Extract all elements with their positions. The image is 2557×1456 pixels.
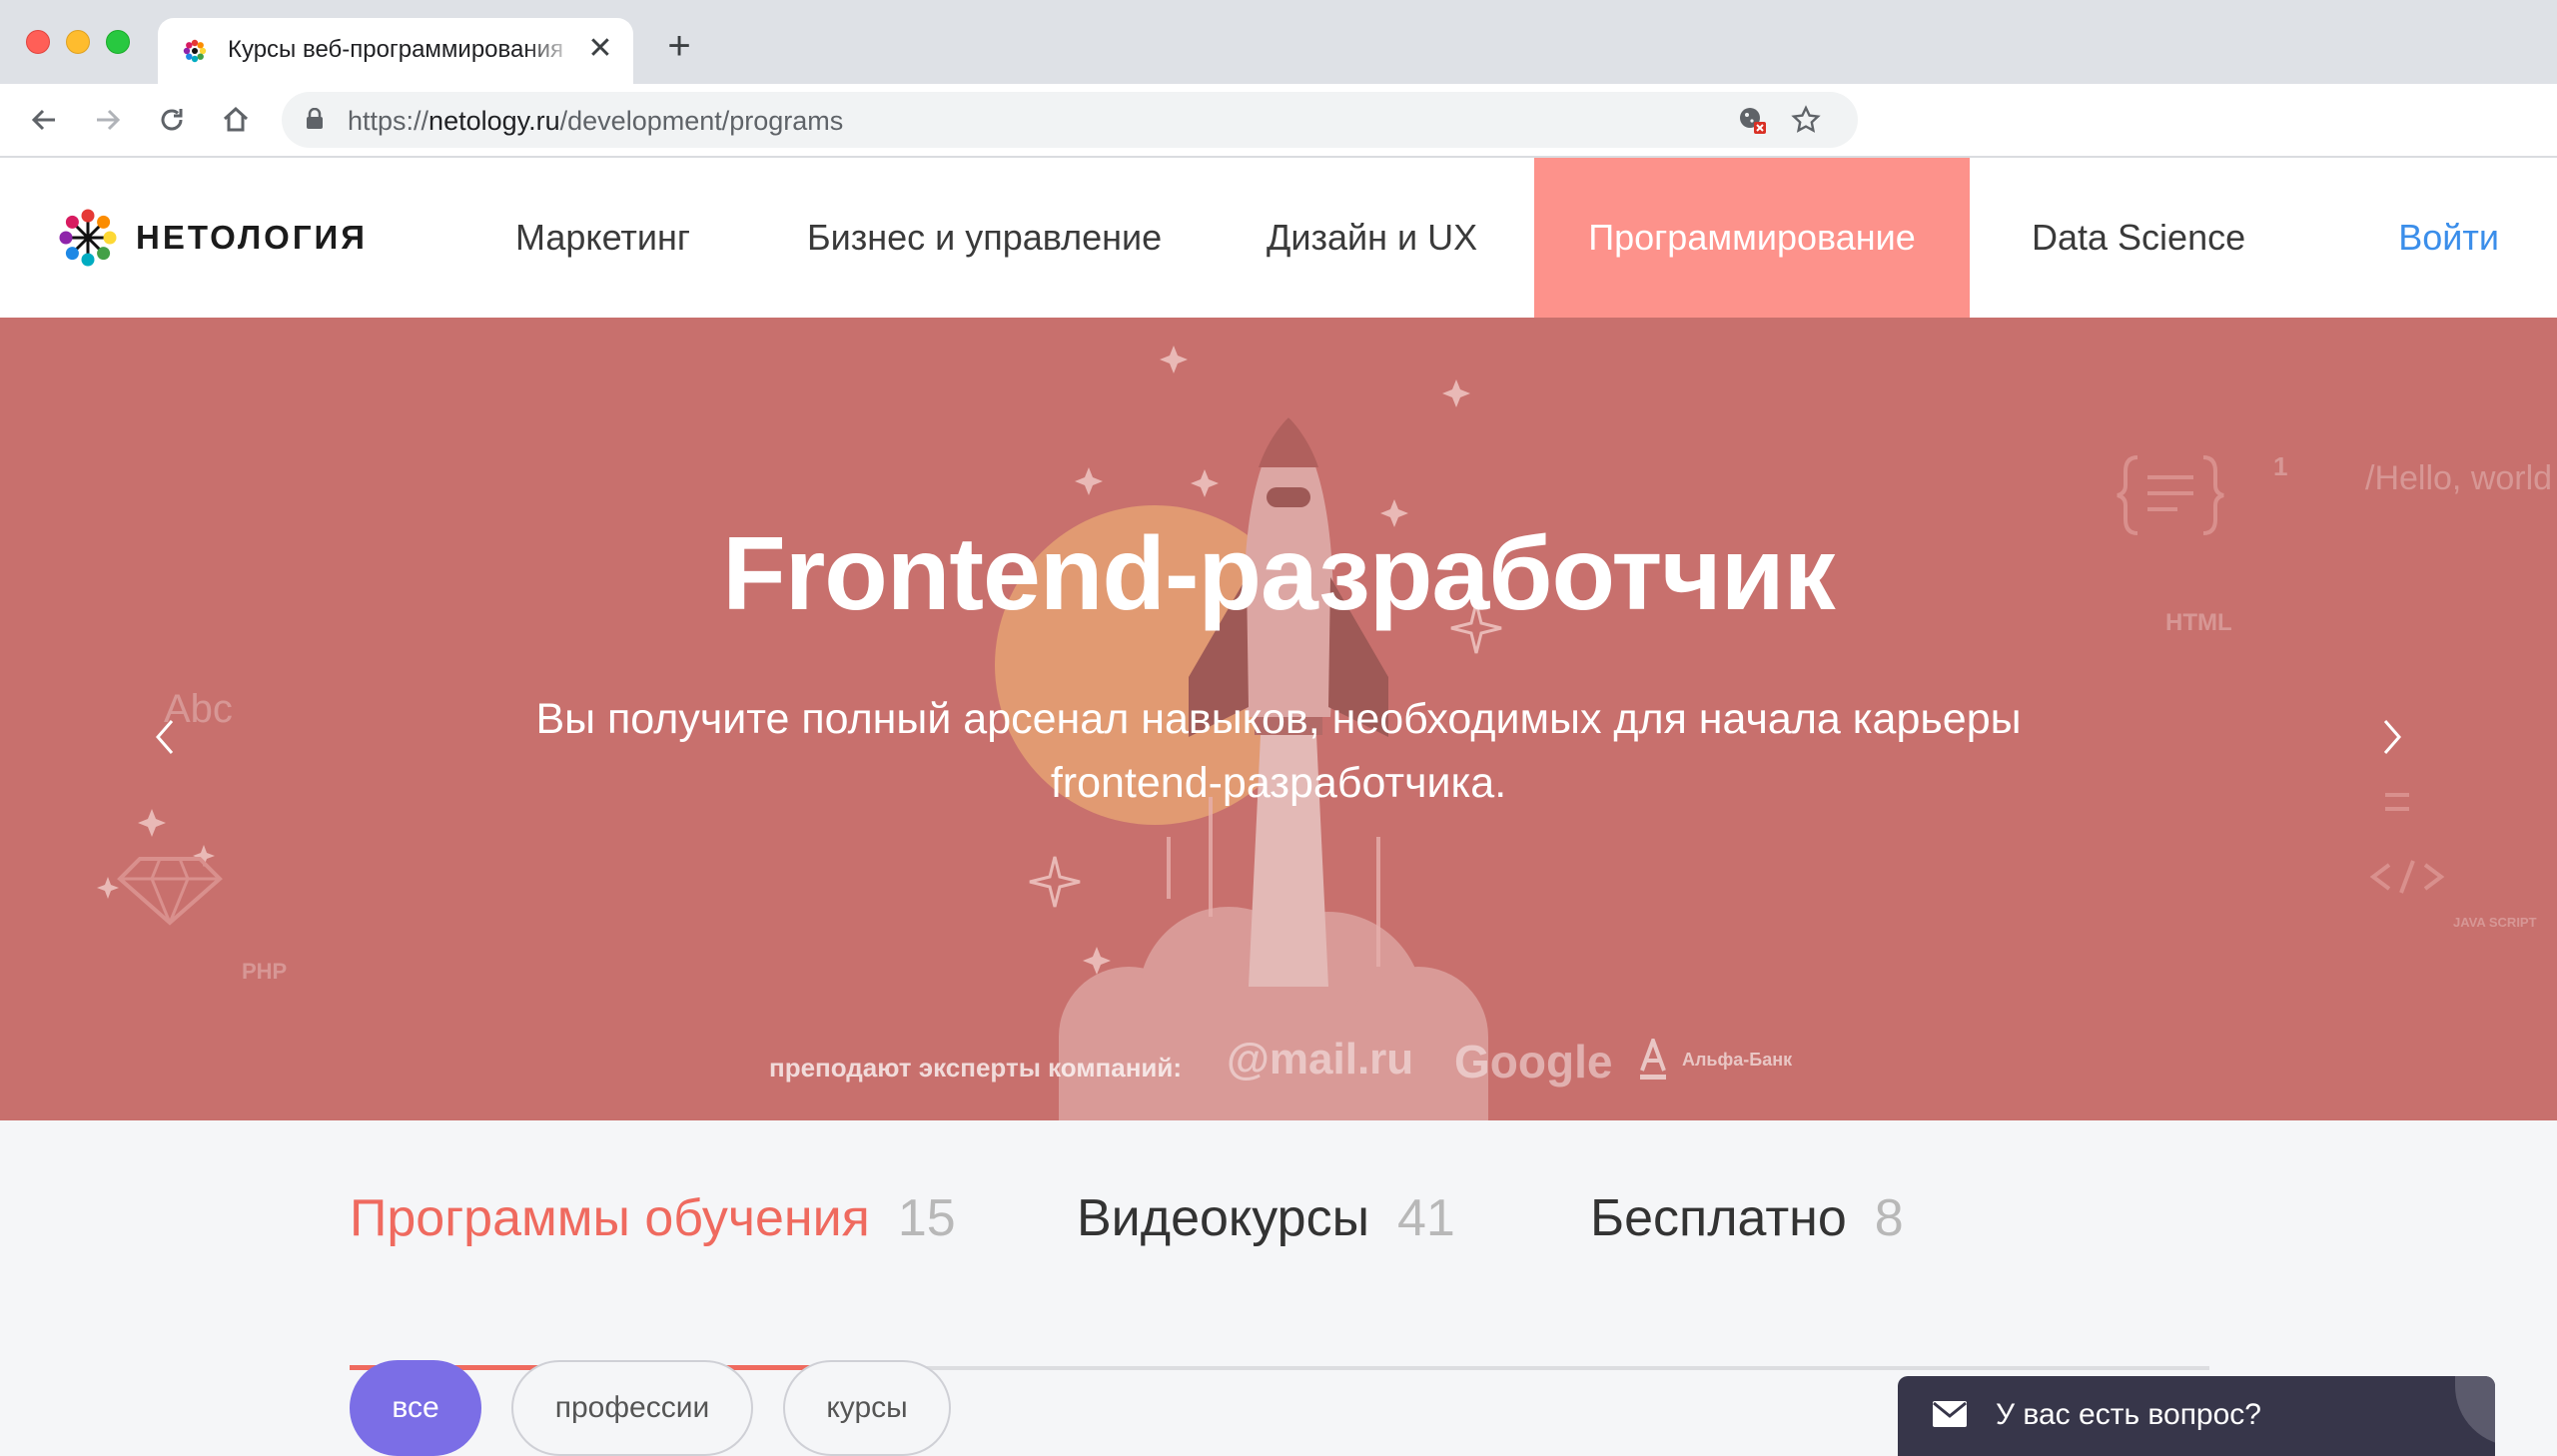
browser-tab-bar: Курсы веб-программирования ✕ + [0, 0, 2557, 84]
reload-button[interactable] [150, 98, 194, 142]
hero-title: Frontend-разработчик [722, 516, 1835, 632]
nav-design[interactable]: Дизайн и UX [1267, 158, 1477, 318]
tab-close-icon[interactable]: ✕ [585, 34, 615, 64]
tab-free-count: 8 [1874, 1189, 1904, 1247]
chevron-left-icon [156, 720, 174, 754]
envelope-icon [1933, 1401, 1967, 1427]
filter-courses-button[interactable]: курсы [783, 1360, 951, 1456]
chat-corner-decor [2455, 1376, 2495, 1446]
home-icon [223, 106, 249, 132]
carousel-prev-button[interactable] [134, 697, 194, 777]
nav-marketing[interactable]: Маркетинг [515, 158, 690, 318]
logo-text: НЕТОЛОГИЯ [136, 219, 368, 256]
hero-subtitle-line-2: frontend-разработчика. [1050, 759, 1507, 807]
url-scheme: https:// [348, 106, 429, 136]
tab-title: Курсы веб-программирования [228, 36, 563, 63]
chat-label: У вас есть вопрос? [1996, 1398, 2261, 1431]
tab-videocourses-count: 41 [1396, 1189, 1455, 1247]
partner-mailru-logo: @mail.ru [1227, 1035, 1414, 1084]
tab-free[interactable]: Бесплатно 8 [1590, 1188, 1904, 1248]
partner-google-logo: Google [1454, 1036, 1613, 1088]
tab-videocourses[interactable]: Видеокурсы 41 [1077, 1188, 1455, 1248]
back-arrow-icon [31, 109, 55, 131]
reload-icon [161, 109, 183, 131]
forward-arrow-icon [97, 109, 121, 131]
chevron-right-icon [2383, 720, 2401, 754]
decor-js-text: JAVA SCRIPT [2453, 915, 2537, 930]
experts-label: преподают эксперты компаний: [769, 1053, 1183, 1083]
alfabank-icon [1640, 1039, 1666, 1080]
hero-banner: Abc PHP HTML /Hello, world 1 JAVA SCRIPT… [0, 318, 2557, 1120]
tab-free-label: Бесплатно [1590, 1189, 1847, 1247]
login-link[interactable]: Войти [2398, 158, 2499, 318]
netology-logo-icon [59, 209, 117, 267]
decor-php-text: PHP [242, 959, 288, 984]
lock-icon [307, 108, 323, 129]
tab-programs-label: Программы обучения [350, 1189, 870, 1247]
tab-videocourses-label: Видеокурсы [1077, 1189, 1369, 1247]
forward-button[interactable] [86, 98, 130, 142]
hero-subtitle: Вы получите полный арсенал навыков, необ… [479, 687, 2078, 815]
carousel-next-button[interactable] [2363, 697, 2423, 777]
url-text[interactable]: https://netology.ru/development/programs [348, 106, 843, 137]
filter-all-button[interactable]: все [350, 1360, 481, 1456]
nav-programming[interactable]: Программирование [1534, 158, 1970, 318]
home-button[interactable] [214, 98, 258, 142]
chat-widget[interactable]: У вас есть вопрос? [1898, 1376, 2495, 1456]
nav-data-science[interactable]: Data Science [2032, 158, 2245, 318]
close-window-button[interactable] [26, 30, 50, 54]
hero-subtitle-line-1: Вы получите полный арсенал навыков, необ… [535, 695, 2022, 743]
back-button[interactable] [22, 98, 66, 142]
browser-toolbar: https://netology.ru/development/programs… [0, 84, 2557, 222]
address-bar[interactable]: https://netology.ru/development/programs [282, 92, 1858, 148]
partner-alfabank-logo: Альфа-Банк [1638, 1039, 1792, 1081]
url-path: /development/programs [559, 106, 844, 136]
browser-tab-active[interactable]: Курсы веб-программирования ✕ [158, 18, 633, 84]
netology-favicon-icon [183, 39, 207, 63]
minimize-window-button[interactable] [66, 30, 90, 54]
tab-programs-count: 15 [897, 1189, 956, 1247]
cookie-blocked-icon[interactable] [1736, 104, 1768, 136]
new-tab-button[interactable]: + [659, 26, 699, 66]
logo[interactable]: НЕТОЛОГИЯ [58, 208, 368, 268]
site-header: НЕТОЛОГИЯ Маркетинг Бизнес и управление … [0, 158, 2557, 318]
filter-professions-button[interactable]: профессии [511, 1360, 753, 1456]
url-domain: netology.ru [428, 106, 560, 136]
maximize-window-button[interactable] [106, 30, 130, 54]
decor-one-text: 1 [2273, 451, 2288, 481]
nav-business[interactable]: Бизнес и управление [807, 158, 1162, 318]
bookmark-star-icon[interactable] [1790, 104, 1822, 136]
decor-hello-world-text: /Hello, world [2365, 459, 2553, 497]
tab-programs[interactable]: Программы обучения 15 [350, 1188, 956, 1248]
alfabank-text: Альфа-Банк [1682, 1049, 1793, 1070]
